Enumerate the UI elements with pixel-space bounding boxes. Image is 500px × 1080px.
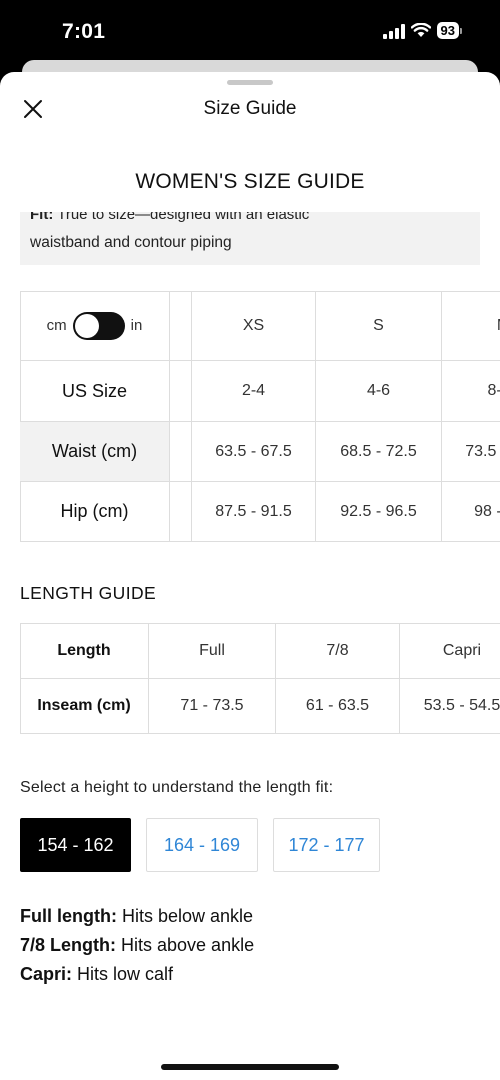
fit-note-line2: waistband and contour piping bbox=[30, 234, 232, 251]
table-cell: 53.5 - 54.5 bbox=[400, 679, 500, 734]
header-title: Size Guide bbox=[203, 98, 297, 119]
row-label-waist: Waist (cm) bbox=[20, 422, 170, 482]
unit-toggle[interactable] bbox=[72, 311, 125, 340]
status-indicators: 93 bbox=[382, 22, 462, 39]
size-guide-sheet: Size Guide WOMEN'S SIZE GUIDE Fit: True … bbox=[0, 72, 500, 1080]
status-bar: 7:01 93 bbox=[0, 0, 500, 62]
desc-text: Hits above ankle bbox=[116, 935, 255, 955]
length-header-label: Length bbox=[20, 623, 149, 679]
table-cell: 8-10 bbox=[442, 361, 500, 422]
desc-label: Capri: bbox=[20, 964, 73, 984]
row-label-us-size: US Size bbox=[20, 361, 170, 422]
table-cell: 68.5 - 72.5 bbox=[316, 422, 442, 482]
height-option-172-177[interactable]: 172 - 177 bbox=[273, 818, 380, 872]
status-time: 7:01 bbox=[62, 20, 106, 43]
fit-note-line1: Fit: True to size—designed with an elast… bbox=[30, 212, 309, 223]
length-column-header: Capri bbox=[400, 623, 500, 679]
desc-label: 7/8 Length: bbox=[20, 935, 117, 955]
wifi-icon bbox=[410, 23, 431, 37]
spacer-cell bbox=[170, 361, 192, 422]
row-label-hip: Hip (cm) bbox=[20, 482, 170, 542]
unit-cm-label: cm bbox=[46, 317, 67, 334]
fit-text: True to size—designed with an elastic bbox=[57, 212, 310, 223]
full-length-description: Full length: Hits below ankle bbox=[20, 906, 253, 927]
capri-description: Capri: Hits low calf bbox=[20, 964, 173, 985]
length-table: Length Full 7/8 Capri Inseam (cm) 71 - 7… bbox=[20, 623, 500, 734]
fit-note: Fit: True to size—designed with an elast… bbox=[20, 212, 480, 265]
table-cell: 71 - 73.5 bbox=[149, 679, 276, 734]
battery-icon: 93 bbox=[436, 22, 462, 39]
unit-toggle-cell: cm in bbox=[20, 291, 170, 361]
size-column-header: S bbox=[316, 291, 442, 361]
table-cell: 4-6 bbox=[316, 361, 442, 422]
size-column-header: XS bbox=[192, 291, 316, 361]
table-cell: 61 - 63.5 bbox=[276, 679, 400, 734]
home-indicator[interactable] bbox=[161, 1064, 339, 1070]
table-cell: 73.5 - 77.5 bbox=[442, 422, 500, 482]
length-guide-heading: LENGTH GUIDE bbox=[20, 583, 157, 603]
desc-text: Hits below ankle bbox=[116, 906, 254, 926]
desc-text: Hits low calf bbox=[72, 964, 174, 984]
height-option-164-169[interactable]: 164 - 169 bbox=[146, 818, 258, 872]
spacer-cell bbox=[170, 422, 192, 482]
size-table: cm in XS S M US Size 2-4 4-6 8-10 Waist … bbox=[20, 291, 500, 542]
seven-eighths-description: 7/8 Length: Hits above ankle bbox=[20, 935, 254, 956]
unit-in-label: in bbox=[130, 317, 143, 334]
spacer-cell bbox=[170, 291, 192, 361]
battery-level: 93 bbox=[436, 22, 459, 39]
fit-label: Fit: bbox=[30, 212, 54, 223]
table-cell: 98 - 102 bbox=[442, 482, 500, 542]
table-cell: 63.5 - 67.5 bbox=[192, 422, 316, 482]
height-prompt: Select a height to understand the length… bbox=[20, 779, 334, 796]
toggle-knob bbox=[74, 313, 99, 338]
spacer-cell bbox=[170, 482, 192, 542]
height-option-154-162[interactable]: 154 - 162 bbox=[20, 818, 131, 872]
length-column-header: 7/8 bbox=[276, 623, 400, 679]
cellular-signal-icon bbox=[382, 23, 405, 39]
sheet-grabber[interactable] bbox=[227, 80, 273, 85]
table-cell: 87.5 - 91.5 bbox=[192, 482, 316, 542]
table-cell: 2-4 bbox=[192, 361, 316, 422]
size-column-header: M bbox=[442, 291, 500, 361]
table-cell: 92.5 - 96.5 bbox=[316, 482, 442, 542]
length-column-header: Full bbox=[149, 623, 276, 679]
desc-label: Full length: bbox=[20, 906, 117, 926]
inseam-row-label: Inseam (cm) bbox=[20, 679, 149, 734]
guide-title: WOMEN'S SIZE GUIDE bbox=[135, 170, 365, 193]
unit-toggle-group: cm in bbox=[46, 311, 143, 340]
